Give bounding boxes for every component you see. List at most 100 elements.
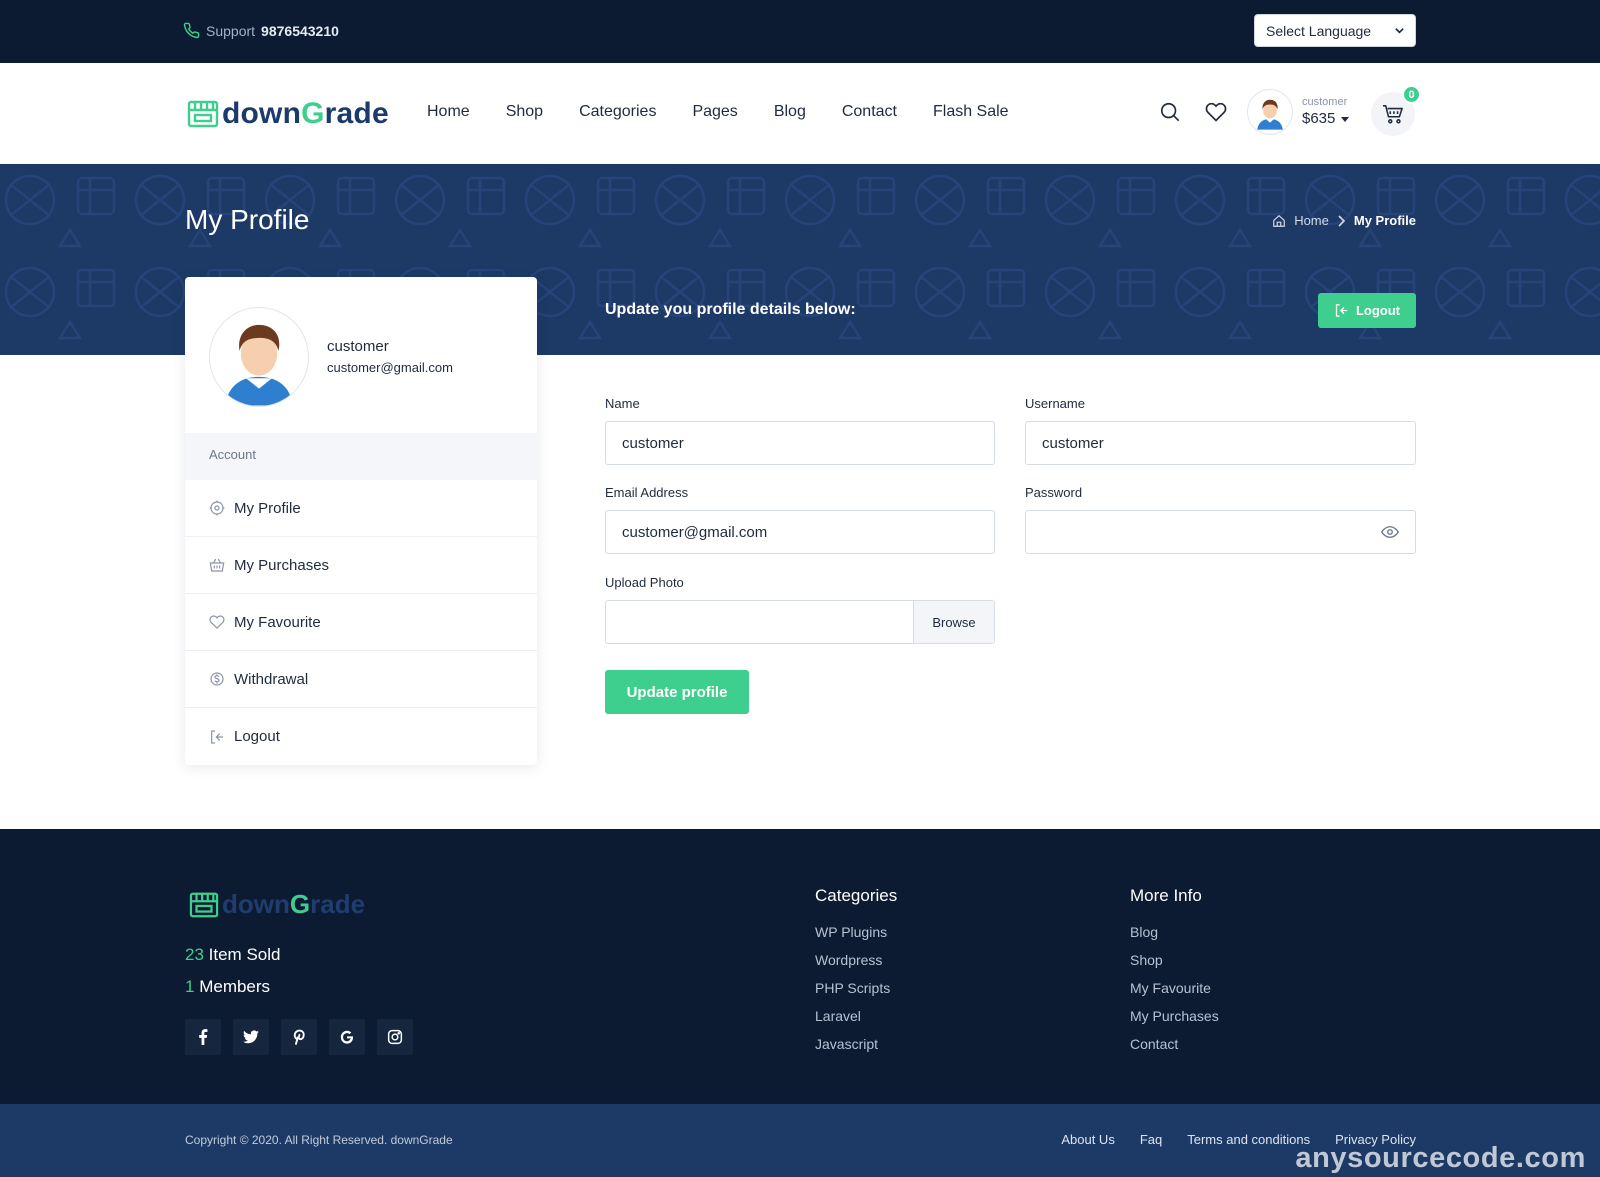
nav-shop[interactable]: Shop: [506, 103, 543, 121]
items-sold-stat: 23 Item Sold: [185, 945, 280, 965]
home-icon: [1272, 214, 1286, 228]
footer-link-laravel[interactable]: Laravel: [815, 1008, 897, 1024]
copyright-bar: Copyright © 2020. All Right Reserved. do…: [0, 1104, 1600, 1177]
cart-count-badge: 0: [1402, 85, 1421, 104]
footer-link-my-purchases[interactable]: My Purchases: [1130, 1008, 1219, 1024]
password-label: Password: [1025, 485, 1083, 500]
username-field[interactable]: customer: [1025, 421, 1416, 465]
money-icon: [209, 671, 225, 687]
google-icon[interactable]: [329, 1019, 365, 1055]
support-phone: 9876543210: [261, 22, 339, 39]
sidebar-item-my-profile[interactable]: My Profile: [185, 480, 537, 537]
page-title: My Profile: [185, 204, 310, 235]
footer-logo[interactable]: downGrade: [189, 889, 365, 920]
chevron-right-icon: [1337, 214, 1346, 227]
footer-link-shop[interactable]: Shop: [1130, 952, 1219, 968]
basket-icon: [209, 557, 225, 573]
nav-contact[interactable]: Contact: [842, 103, 897, 121]
chevron-down-icon: [1394, 25, 1405, 36]
nav-blog[interactable]: Blog: [774, 103, 806, 121]
search-icon[interactable]: [1158, 100, 1182, 124]
phone-icon: [183, 22, 200, 39]
site-logo[interactable]: downGrade: [187, 97, 389, 131]
user-menu[interactable]: customer $635: [1247, 88, 1350, 136]
facebook-icon[interactable]: [185, 1019, 221, 1055]
footer-link-php-scripts[interactable]: PHP Scripts: [815, 980, 897, 996]
account-section-label: Account: [185, 433, 537, 480]
avatar: [1247, 89, 1293, 135]
name-field-value: customer: [622, 434, 684, 452]
link-terms[interactable]: Terms and conditions: [1187, 1132, 1310, 1147]
breadcrumb-home[interactable]: Home: [1294, 213, 1329, 228]
account-sidebar: customer customer@gmail.com Account My P…: [185, 277, 537, 765]
footer-link-wordpress[interactable]: Wordpress: [815, 952, 897, 968]
nav-pages[interactable]: Pages: [692, 103, 737, 121]
upload-photo-input[interactable]: Browse: [605, 600, 995, 644]
sidebar-item-my-favourite[interactable]: My Favourite: [185, 594, 537, 651]
username-label: Username: [1025, 396, 1085, 411]
main-header: downGrade Home Shop Categories Pages Blo…: [0, 63, 1600, 164]
name-field[interactable]: customer: [605, 421, 995, 465]
email-field-value: customer@gmail.com: [622, 523, 768, 541]
email-field[interactable]: customer@gmail.com: [605, 510, 995, 554]
language-select[interactable]: Select Language: [1254, 14, 1416, 47]
footer-more-info: More Info Blog Shop My Favourite My Purc…: [1130, 886, 1219, 1064]
link-about-us[interactable]: About Us: [1061, 1132, 1114, 1147]
footer-link-my-favourite[interactable]: My Favourite: [1130, 980, 1219, 996]
header-username: customer: [1302, 96, 1348, 109]
footer-link-blog[interactable]: Blog: [1130, 924, 1219, 940]
support-info: Support 9876543210: [183, 22, 339, 39]
cart-icon: [1382, 104, 1404, 124]
update-profile-button[interactable]: Update profile: [605, 670, 749, 714]
upload-photo-label: Upload Photo: [605, 575, 684, 590]
social-links: [185, 1019, 413, 1055]
sidebar-item-label: My Favourite: [234, 613, 321, 631]
eye-icon[interactable]: [1381, 525, 1399, 539]
breadcrumb-current: My Profile: [1353, 213, 1416, 228]
site-footer: downGrade 23 Item Sold 1 Members Categor…: [0, 829, 1600, 1104]
logo-text: downGrade: [222, 97, 389, 130]
footer-link-javascript[interactable]: Javascript: [815, 1036, 897, 1052]
sidebar-item-label: My Profile: [234, 499, 301, 517]
link-faq[interactable]: Faq: [1140, 1132, 1162, 1147]
watermark-text: anysourcecode.com: [1295, 1142, 1586, 1174]
nav-flash-sale[interactable]: Flash Sale: [933, 103, 1009, 121]
logout-icon: [209, 729, 225, 745]
store-icon: [189, 891, 219, 919]
instagram-icon[interactable]: [377, 1019, 413, 1055]
items-sold-label: Item Sold: [208, 945, 281, 964]
profile-email: customer@gmail.com: [327, 360, 453, 375]
profile-summary: customer customer@gmail.com: [185, 277, 537, 433]
header-balance: $635: [1302, 110, 1336, 128]
wishlist-heart-icon[interactable]: [1204, 100, 1228, 124]
sidebar-item-my-purchases[interactable]: My Purchases: [185, 537, 537, 594]
copyright-text: Copyright © 2020. All Right Reserved. do…: [185, 1133, 453, 1147]
sidebar-item-label: Withdrawal: [234, 670, 309, 688]
logout-icon: [1334, 303, 1349, 318]
logout-button[interactable]: Logout: [1318, 293, 1416, 328]
store-icon: [187, 99, 219, 129]
browse-button[interactable]: Browse: [913, 601, 994, 643]
cart-button[interactable]: 0: [1371, 85, 1421, 136]
nav-categories[interactable]: Categories: [579, 103, 656, 121]
support-label: Support: [206, 22, 256, 39]
sidebar-item-logout[interactable]: Logout: [185, 708, 537, 765]
main-nav: Home Shop Categories Pages Blog Contact …: [427, 103, 1009, 121]
sidebar-item-withdrawal[interactable]: Withdrawal: [185, 651, 537, 708]
password-field[interactable]: [1025, 510, 1416, 554]
footer-logo-text: downGrade: [222, 889, 366, 919]
username-field-value: customer: [1042, 434, 1104, 452]
twitter-icon[interactable]: [233, 1019, 269, 1055]
pinterest-icon[interactable]: [281, 1019, 317, 1055]
top-bar: Support 9876543210 Select Language: [0, 0, 1600, 63]
heart-icon: [209, 614, 225, 630]
email-label: Email Address: [605, 485, 689, 500]
sidebar-item-label: Logout: [234, 728, 280, 745]
members-label: Members: [199, 977, 271, 996]
footer-link-contact[interactable]: Contact: [1130, 1036, 1219, 1052]
logout-button-label: Logout: [1355, 303, 1401, 318]
footer-link-wp-plugins[interactable]: WP Plugins: [815, 924, 897, 940]
nav-home[interactable]: Home: [427, 103, 470, 121]
members-count: 1: [185, 977, 195, 996]
sidebar-item-label: My Purchases: [234, 556, 330, 574]
